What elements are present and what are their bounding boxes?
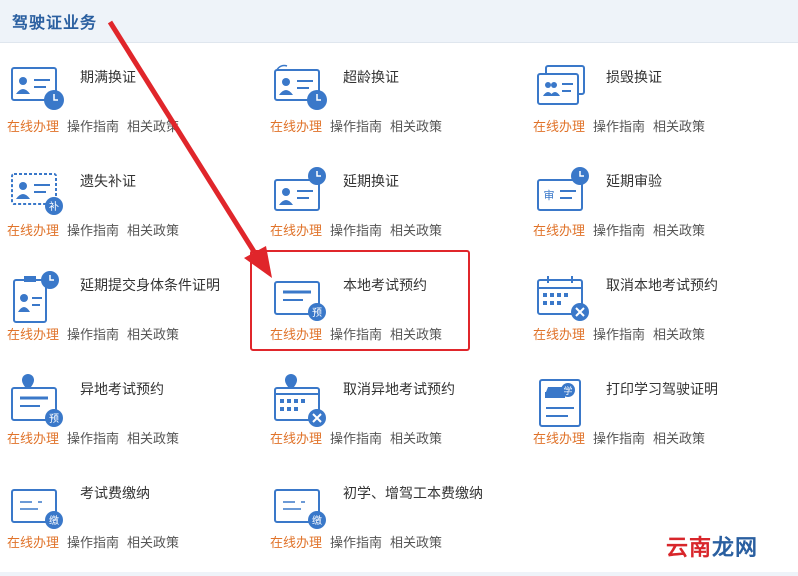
service-item[interactable]: 延期换证 在线办理 操作指南 相关政策: [263, 146, 525, 246]
service-name: 取消本地考试预约: [606, 278, 718, 294]
policy-link[interactable]: 相关政策: [653, 432, 705, 447]
online-link[interactable]: 在线办理: [7, 224, 59, 239]
service-name: 打印学习驾驶证明: [606, 382, 718, 398]
service-item[interactable]: 期满换证 在线办理 操作指南 相关政策: [0, 42, 262, 142]
section-title: 驾驶证业务: [12, 13, 98, 32]
policy-link[interactable]: 相关政策: [127, 120, 179, 135]
broken-card-icon: [537, 65, 585, 105]
service-item[interactable]: 延期提交身体条件证明 在线办理 操作指南 相关政策: [0, 250, 262, 350]
online-link[interactable]: 在线办理: [270, 536, 322, 551]
online-link[interactable]: 在线办理: [7, 120, 59, 135]
guide-link[interactable]: 操作指南: [593, 120, 645, 135]
service-item[interactable]: 损毁换证 在线办理 操作指南 相关政策: [526, 42, 788, 142]
badge-text: 预: [49, 413, 59, 425]
location-reservation-icon: 预: [11, 374, 63, 427]
watermark-text-2: 龙网: [711, 536, 758, 561]
card-clock-icon: [11, 67, 64, 110]
online-link[interactable]: 在线办理: [533, 432, 585, 447]
policy-link[interactable]: 相关政策: [653, 224, 705, 239]
bottom-divider: [0, 572, 798, 576]
guide-link[interactable]: 操作指南: [67, 328, 119, 343]
card-clock-icon: [274, 167, 326, 211]
section-header: 驾驶证业务: [0, 0, 798, 43]
policy-link[interactable]: 相关政策: [390, 536, 442, 551]
guide-link[interactable]: 操作指南: [330, 224, 382, 239]
service-item[interactable]: 取消本地考试预约 在线办理 操作指南 相关政策: [526, 250, 788, 350]
service-name: 取消异地考试预约: [343, 382, 455, 398]
policy-link[interactable]: 相关政策: [653, 120, 705, 135]
online-link[interactable]: 在线办理: [270, 120, 322, 135]
location-calendar-cancel-icon: [274, 374, 326, 427]
guide-link[interactable]: 操作指南: [330, 536, 382, 551]
calendar-cancel-icon: [537, 276, 589, 321]
badge-text: 缴: [49, 514, 59, 527]
guide-link[interactable]: 操作指南: [593, 328, 645, 343]
card-lost-icon: 补: [11, 173, 63, 215]
service-item[interactable]: 取消异地考试预约 在线办理 操作指南 相关政策: [263, 354, 525, 454]
guide-link[interactable]: 操作指南: [593, 224, 645, 239]
badge-text: 学: [563, 385, 572, 397]
online-link[interactable]: 在线办理: [270, 432, 322, 447]
guide-link[interactable]: 操作指南: [593, 432, 645, 447]
service-name: 损毁换证: [606, 70, 662, 86]
watermark-text-1: 云南: [665, 536, 712, 561]
highlight-box: [250, 250, 470, 351]
service-name: 超龄换证: [343, 70, 399, 86]
service-name: 延期审验: [606, 174, 662, 190]
service-name: 初学、增驾工本费缴纳: [343, 486, 483, 502]
online-link[interactable]: 在线办理: [7, 328, 59, 343]
policy-link[interactable]: 相关政策: [390, 432, 442, 447]
learner-permit-icon: 学: [539, 379, 581, 427]
policy-link[interactable]: 相关政策: [653, 328, 705, 343]
online-link[interactable]: 在线办理: [533, 224, 585, 239]
service-item[interactable]: 超龄换证 在线办理 操作指南 相关政策: [263, 42, 525, 142]
badge-text: 缴: [312, 514, 322, 527]
badge-text: 补: [49, 200, 59, 213]
policy-link[interactable]: 相关政策: [127, 224, 179, 239]
online-link[interactable]: 在线办理: [270, 224, 322, 239]
service-item[interactable]: 补 遗失补证 在线办理 操作指南 相关政策: [0, 146, 262, 246]
online-link[interactable]: 在线办理: [7, 536, 59, 551]
service-item[interactable]: 学 打印学习驾驶证明 在线办理 操作指南 相关政策: [526, 354, 788, 454]
id-badge-clock-icon: [13, 271, 59, 323]
policy-link[interactable]: 相关政策: [127, 536, 179, 551]
service-item[interactable]: 审 延期审验 在线办理 操作指南 相关政策: [526, 146, 788, 246]
guide-link[interactable]: 操作指南: [330, 432, 382, 447]
badge-text: 审: [544, 188, 555, 202]
service-name: 延期换证: [343, 174, 399, 190]
audit-card-clock-icon: 审: [537, 167, 589, 211]
service-item[interactable]: 缴 初学、增驾工本费缴纳 在线办理 操作指南 相关政策: [263, 458, 525, 558]
fee-payment-icon: 缴: [274, 489, 326, 529]
card-refresh-clock-icon: [274, 64, 327, 110]
service-name: 延期提交身体条件证明: [80, 278, 220, 294]
policy-link[interactable]: 相关政策: [390, 224, 442, 239]
online-link[interactable]: 在线办理: [533, 328, 585, 343]
guide-link[interactable]: 操作指南: [330, 120, 382, 135]
service-name: 异地考试预约: [80, 382, 164, 398]
guide-link[interactable]: 操作指南: [67, 224, 119, 239]
guide-link[interactable]: 操作指南: [67, 432, 119, 447]
online-link[interactable]: 在线办理: [533, 120, 585, 135]
guide-link[interactable]: 操作指南: [67, 536, 119, 551]
policy-link[interactable]: 相关政策: [127, 432, 179, 447]
policy-link[interactable]: 相关政策: [127, 328, 179, 343]
online-link[interactable]: 在线办理: [7, 432, 59, 447]
service-name: 遗失补证: [80, 174, 136, 190]
watermark: 云南龙网: [666, 530, 758, 562]
policy-link[interactable]: 相关政策: [390, 120, 442, 135]
service-name: 期满换证: [80, 70, 136, 86]
service-name: 考试费缴纳: [80, 486, 150, 502]
fee-payment-icon: 缴: [11, 489, 63, 529]
service-item[interactable]: 缴 考试费缴纳 在线办理 操作指南 相关政策: [0, 458, 262, 558]
service-item[interactable]: 预 异地考试预约 在线办理 操作指南 相关政策: [0, 354, 262, 454]
guide-link[interactable]: 操作指南: [67, 120, 119, 135]
